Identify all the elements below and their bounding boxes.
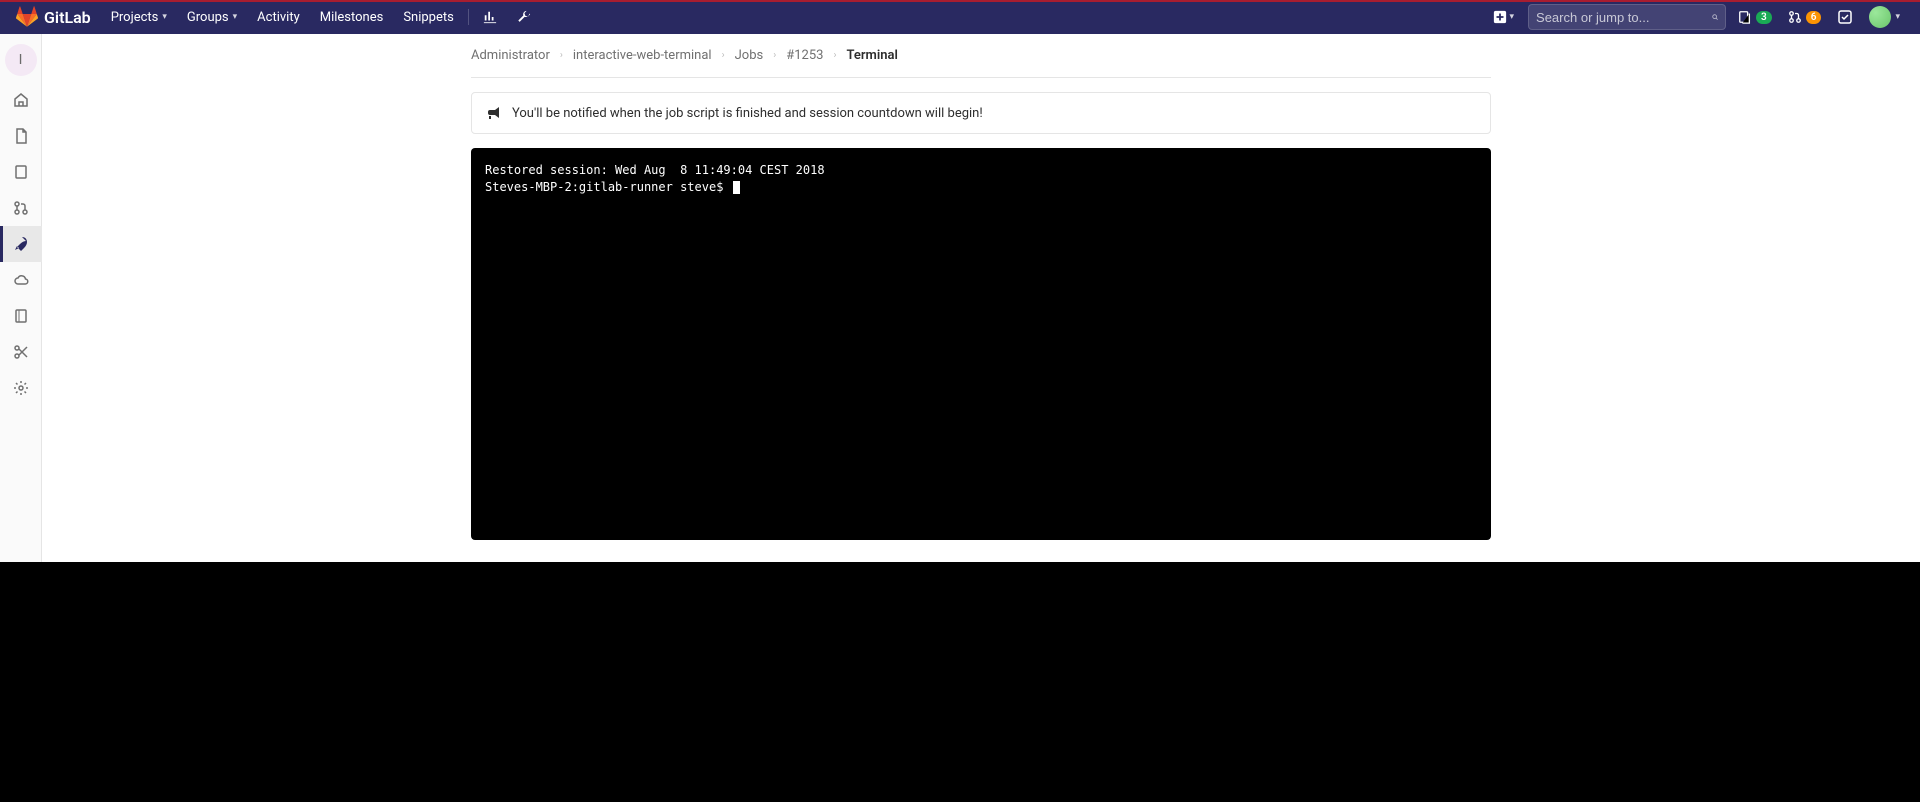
top-nav: GitLab Projects▾ Groups▾ Activity Milest… bbox=[0, 0, 1920, 34]
terminal-prompt: Steves-MBP-2:gitlab-runner steve$ bbox=[485, 180, 731, 194]
brand-text: GitLab bbox=[44, 8, 91, 27]
chevron-down-icon: ▾ bbox=[1895, 12, 1900, 22]
bc-project[interactable]: interactive-web-terminal bbox=[573, 48, 712, 63]
issues-badge[interactable]: 3 bbox=[1734, 10, 1776, 24]
sidebar-issues[interactable] bbox=[0, 154, 42, 190]
chevron-right-icon: › bbox=[560, 50, 563, 61]
terminal[interactable]: Restored session: Wed Aug 8 11:49:04 CES… bbox=[471, 148, 1491, 540]
rocket-icon bbox=[13, 236, 29, 252]
breadcrumb: Administrator › interactive-web-terminal… bbox=[471, 48, 1491, 78]
gear-icon bbox=[13, 380, 29, 396]
notice-banner: You'll be notified when the job script i… bbox=[471, 92, 1491, 134]
doc-icon bbox=[13, 128, 29, 144]
sidebar-project[interactable] bbox=[0, 82, 42, 118]
todos[interactable] bbox=[1833, 9, 1857, 25]
merge-request-icon bbox=[13, 200, 29, 216]
issues-icon bbox=[13, 164, 29, 180]
bc-admin[interactable]: Administrator bbox=[471, 48, 550, 63]
nav-groups[interactable]: Groups▾ bbox=[177, 0, 247, 34]
main-content: Administrator › interactive-web-terminal… bbox=[42, 34, 1920, 562]
new-dropdown[interactable]: ▾ bbox=[1487, 10, 1521, 24]
terminal-cursor bbox=[733, 181, 740, 194]
merge-request-icon bbox=[1788, 10, 1802, 24]
project-avatar[interactable]: I bbox=[5, 44, 37, 76]
chevron-down-icon: ▾ bbox=[1510, 12, 1515, 22]
bc-jobid[interactable]: #1253 bbox=[786, 48, 823, 63]
chevron-right-icon: › bbox=[722, 50, 725, 61]
avatar bbox=[1869, 6, 1891, 28]
issues-count: 3 bbox=[1756, 11, 1772, 24]
plus-square-icon bbox=[1493, 10, 1507, 24]
nav-milestones[interactable]: Milestones bbox=[310, 0, 394, 34]
bc-current: Terminal bbox=[846, 48, 897, 63]
issues-icon bbox=[1738, 10, 1752, 24]
sidebar-wiki[interactable] bbox=[0, 298, 42, 334]
nav-metrics[interactable] bbox=[473, 0, 507, 34]
nav-separator bbox=[468, 9, 469, 25]
bc-jobs[interactable]: Jobs bbox=[735, 48, 764, 63]
tanuki-icon bbox=[16, 6, 38, 28]
nav-snippets[interactable]: Snippets bbox=[393, 0, 464, 34]
sidebar-snippets[interactable] bbox=[0, 334, 42, 370]
sidebar-cicd[interactable] bbox=[0, 226, 42, 262]
sidebar-settings[interactable] bbox=[0, 370, 42, 406]
mrs-badge[interactable]: 6 bbox=[1784, 10, 1826, 24]
nav-admin[interactable] bbox=[507, 0, 541, 34]
sidebar-merge-requests[interactable] bbox=[0, 190, 42, 226]
search-icon bbox=[1712, 10, 1718, 24]
chart-icon bbox=[483, 10, 497, 24]
nav-projects[interactable]: Projects▾ bbox=[101, 0, 177, 34]
chevron-down-icon: ▾ bbox=[233, 12, 238, 22]
scissors-icon bbox=[13, 344, 29, 360]
todos-icon bbox=[1837, 9, 1853, 25]
gitlab-logo[interactable]: GitLab bbox=[16, 6, 91, 28]
search-box[interactable] bbox=[1528, 4, 1726, 30]
sidebar-operations[interactable] bbox=[0, 262, 42, 298]
search-input[interactable] bbox=[1536, 10, 1712, 25]
chevron-down-icon: ▾ bbox=[162, 12, 167, 22]
bullhorn-icon bbox=[486, 105, 502, 121]
cloud-icon bbox=[13, 272, 29, 288]
project-sidebar: I bbox=[0, 34, 42, 562]
home-icon bbox=[13, 92, 29, 108]
nav-activity[interactable]: Activity bbox=[247, 0, 310, 34]
chevron-right-icon: › bbox=[833, 50, 836, 61]
user-menu[interactable]: ▾ bbox=[1865, 6, 1904, 28]
chevron-right-icon: › bbox=[773, 50, 776, 61]
mrs-count: 6 bbox=[1806, 11, 1822, 24]
terminal-line: Restored session: Wed Aug 8 11:49:04 CES… bbox=[485, 163, 825, 177]
wrench-icon bbox=[517, 10, 531, 24]
notice-text: You'll be notified when the job script i… bbox=[512, 106, 983, 121]
book-icon bbox=[13, 308, 29, 324]
sidebar-repository[interactable] bbox=[0, 118, 42, 154]
